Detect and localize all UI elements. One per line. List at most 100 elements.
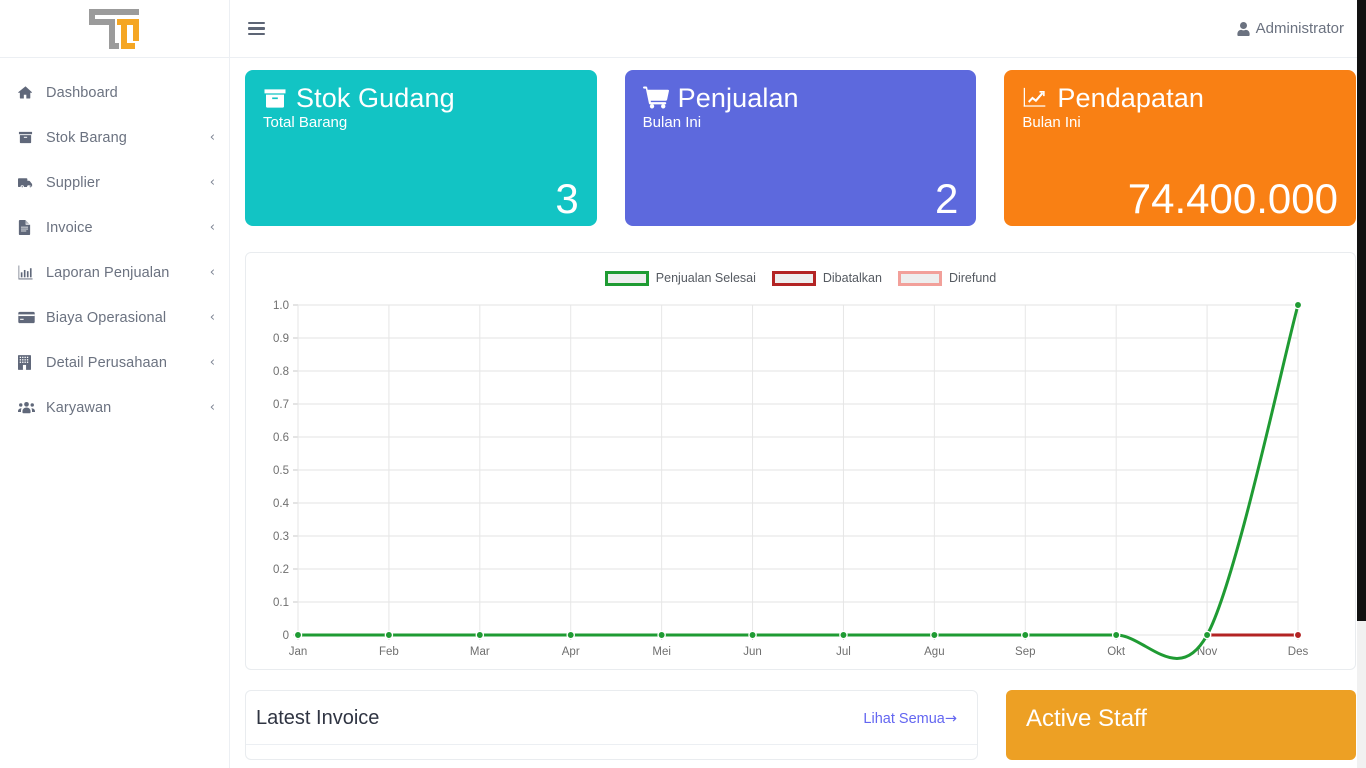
credit-card-icon <box>18 310 40 325</box>
svg-text:0.2: 0.2 <box>273 564 289 576</box>
legend-item-direfund[interactable]: Direfund <box>897 270 997 286</box>
stat-card-value: 74.400.000 <box>1127 175 1339 222</box>
legend-label: Penjualan Selesai <box>655 271 756 285</box>
svg-text:Mei: Mei <box>652 646 671 658</box>
latest-invoice-panel: Latest Invoice Lihat Semua→ <box>245 690 978 760</box>
sidebar-item-label: Detail Perusahaan <box>46 354 167 371</box>
stat-card-title-wrap: Pendapatan <box>1022 84 1338 112</box>
sidebar: Dashboard Stok Barang ‹ Supplier ‹ Invoi… <box>0 0 230 768</box>
stat-card-title: Stok Gudang <box>296 83 455 113</box>
sidebar-item-supplier[interactable]: Supplier ‹ <box>0 160 229 205</box>
sidebar-nav: Dashboard Stok Barang ‹ Supplier ‹ Invoi… <box>0 58 229 430</box>
sidebar-item-biaya-operasional[interactable]: Biaya Operasional ‹ <box>0 295 229 340</box>
legend-label: Direfund <box>948 271 997 285</box>
svg-text:1.0: 1.0 <box>273 300 289 312</box>
building-icon <box>18 355 40 370</box>
svg-text:Okt: Okt <box>1107 646 1126 658</box>
svg-text:Jun: Jun <box>743 646 762 658</box>
see-all-link[interactable]: Lihat Semua→ <box>863 711 957 727</box>
chart-plot-area[interactable]: 0 0.1 0.2 0.3 0.4 0.5 0.6 0.7 0.8 0.9 1.0 Jan Feb Mar… <box>256 295 1345 665</box>
svg-text:Mar: Mar <box>470 646 490 658</box>
topbar: Administrator <box>230 0 1366 58</box>
line-chart-svg: 0 0.1 0.2 0.3 0.4 0.5 0.6 0.7 0.8 0.9 1.0 Jan Feb Mar… <box>273 300 1309 660</box>
sidebar-item-label: Invoice <box>46 219 93 236</box>
see-all-label: Lihat Semua <box>863 710 945 727</box>
svg-text:Jul: Jul <box>836 646 851 658</box>
stat-card-stok-gudang[interactable]: Stok Gudang Total Barang 3 <box>245 70 597 226</box>
svg-text:Agu: Agu <box>924 646 944 658</box>
sidebar-item-karyawan[interactable]: Karyawan ‹ <box>0 385 229 430</box>
stat-card-subtitle: Bulan Ini <box>642 114 702 132</box>
stat-card-value: 3 <box>555 175 579 222</box>
users-icon <box>18 400 40 415</box>
sidebar-item-stok-barang[interactable]: Stok Barang ‹ <box>0 115 229 160</box>
sidebar-item-invoice[interactable]: Invoice ‹ <box>0 205 229 250</box>
stat-card-subtitle: Bulan Ini <box>1022 114 1081 132</box>
sidebar-item-dashboard[interactable]: Dashboard <box>0 70 229 115</box>
hamburger-icon[interactable] <box>248 18 270 40</box>
svg-text:0.5: 0.5 <box>273 465 289 477</box>
scrollbar-thumb[interactable] <box>1357 0 1366 621</box>
sidebar-item-laporan-penjualan[interactable]: Laporan Penjualan ‹ <box>0 250 229 295</box>
chevron-left-icon: ‹ <box>209 265 215 280</box>
sidebar-item-detail-perusahaan[interactable]: Detail Perusahaan ‹ <box>0 340 229 385</box>
user-menu[interactable]: Administrator <box>1237 20 1344 37</box>
chevron-left-icon: ‹ <box>209 130 215 145</box>
svg-text:0.4: 0.4 <box>273 498 290 510</box>
chart-legend: Penjualan Selesai Dibatalkan Direfund <box>256 261 1345 295</box>
truck-icon <box>18 175 40 190</box>
svg-text:0.9: 0.9 <box>273 333 289 345</box>
user-icon <box>1237 21 1250 36</box>
chevron-left-icon: ‹ <box>209 355 215 370</box>
tt-logo-icon <box>88 8 139 49</box>
stat-card-title-wrap: Stok Gudang <box>263 84 579 112</box>
user-label: Administrator <box>1255 20 1344 37</box>
sidebar-item-label: Dashboard <box>46 84 118 101</box>
legend-item-penjualan-selesai[interactable]: Penjualan Selesai <box>604 270 756 286</box>
svg-text:Feb: Feb <box>379 646 399 658</box>
box-icon <box>18 130 40 145</box>
file-icon <box>18 220 40 235</box>
main-content: Stok Gudang Total Barang 3 Penjualan Bul… <box>230 58 1366 768</box>
trend-up-icon <box>1024 88 1046 107</box>
chevron-left-icon: ‹ <box>209 220 215 235</box>
legend-swatch <box>771 270 816 286</box>
bar-chart-icon <box>18 265 40 280</box>
svg-text:Apr: Apr <box>562 646 580 658</box>
legend-item-dibatalkan[interactable]: Dibatalkan <box>771 270 882 286</box>
stat-card-subtitle: Total Barang <box>263 114 348 132</box>
latest-invoice-header: Latest Invoice Lihat Semua→ <box>246 691 977 745</box>
svg-text:Jan: Jan <box>289 646 308 658</box>
legend-swatch <box>604 270 649 286</box>
box-icon <box>264 89 286 108</box>
svg-text:0.8: 0.8 <box>273 366 289 378</box>
stat-card-penjualan[interactable]: Penjualan Bulan Ini 2 <box>624 70 977 226</box>
svg-text:0.6: 0.6 <box>273 432 289 444</box>
sidebar-item-label: Karyawan <box>46 399 112 416</box>
page-scrollbar[interactable] <box>1357 0 1366 768</box>
stat-card-title: Penjualan <box>677 83 799 113</box>
home-icon <box>18 85 40 100</box>
cart-icon <box>642 86 669 109</box>
svg-text:Sep: Sep <box>1015 646 1035 658</box>
stat-card-value: 2 <box>934 175 959 222</box>
svg-text:0.3: 0.3 <box>273 531 289 543</box>
legend-label: Dibatalkan <box>822 271 882 285</box>
stat-card-pendapatan[interactable]: Pendapatan Bulan Ini 74.400.000 <box>1004 70 1357 226</box>
svg-text:Des: Des <box>1288 646 1309 658</box>
sidebar-item-label: Biaya Operasional <box>46 309 167 326</box>
latest-invoice-title: Latest Invoice <box>256 707 380 729</box>
arrow-right-icon: → <box>944 710 957 727</box>
stat-cards-row: Stok Gudang Total Barang 3 Penjualan Bul… <box>245 70 1357 226</box>
dashboard-page: Dashboard Stok Barang ‹ Supplier ‹ Invoi… <box>0 0 1366 768</box>
sales-chart-card: Penjualan Selesai Dibatalkan Direfund 00… <box>245 252 1356 670</box>
sidebar-item-label: Supplier <box>46 174 100 191</box>
legend-swatch <box>897 270 942 286</box>
brand-logo[interactable] <box>0 0 229 58</box>
svg-text:0.1: 0.1 <box>273 597 289 609</box>
active-staff-panel: Active Staff <box>1006 690 1356 760</box>
bottom-row: Latest Invoice Lihat Semua→ Active Staff <box>245 690 1356 760</box>
stat-card-title: Pendapatan <box>1057 83 1204 113</box>
stat-card-title-wrap: Penjualan <box>642 83 959 113</box>
active-staff-title: Active Staff <box>1026 705 1147 732</box>
